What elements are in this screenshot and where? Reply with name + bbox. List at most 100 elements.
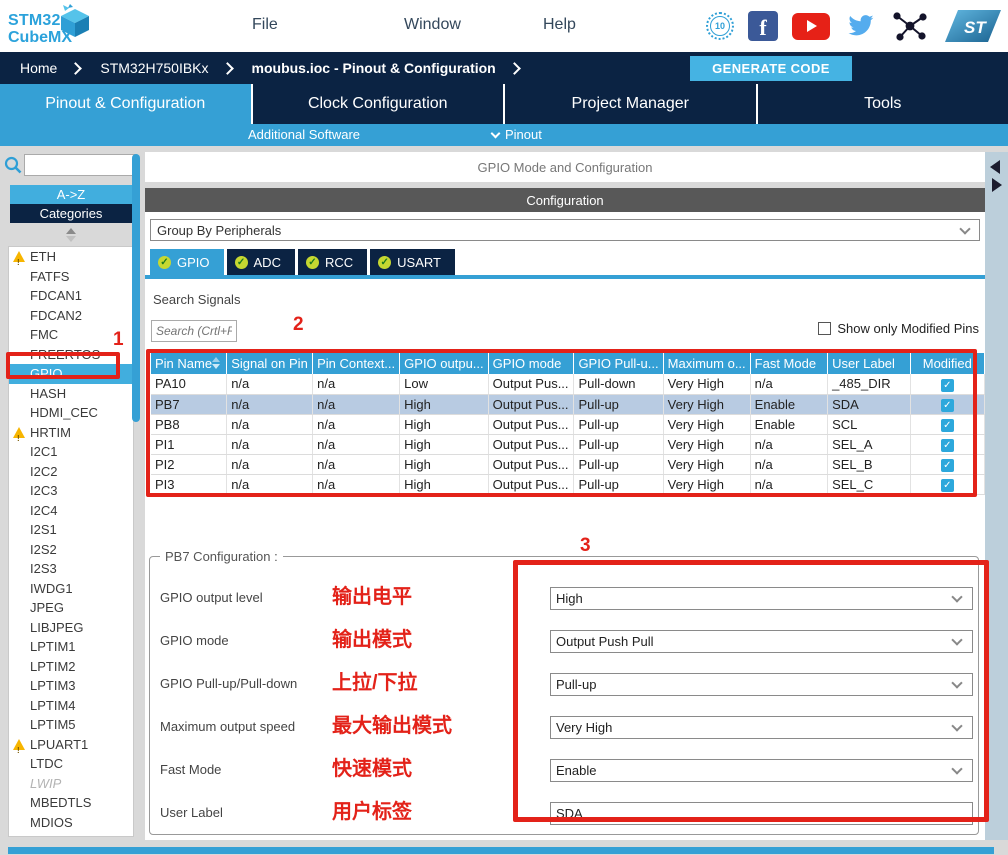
ptab-gpio[interactable]: ✓ GPIO	[150, 249, 224, 275]
sidebar-search-input[interactable]	[24, 154, 137, 176]
table-row-pa10[interactable]: PA10n/an/aLowOutput Pus...Pull-downVery …	[151, 374, 985, 394]
sidebar-item-mdios[interactable]: MDIOS	[9, 813, 133, 833]
sidebar-item-lptim5[interactable]: LPTIM5	[9, 715, 133, 735]
config-select-2[interactable]: Pull-up	[550, 673, 973, 696]
sidebar-item-lptim1[interactable]: LPTIM1	[9, 637, 133, 657]
cell: Very High	[663, 374, 750, 394]
config-select-3[interactable]: Very High	[550, 716, 973, 739]
additional-software-dropdown[interactable]: Additional Software	[248, 127, 360, 142]
breadcrumb-chevron-icon	[221, 62, 234, 75]
menu-window[interactable]: Window	[404, 16, 461, 34]
sort-updown-icon[interactable]	[64, 228, 76, 242]
config-label-gpio-mode: GPIO mode	[160, 630, 229, 652]
sidebar-item-ltdc[interactable]: LTDC	[9, 754, 133, 774]
modified-checkbox[interactable]: ✓	[941, 379, 954, 392]
twitter-icon[interactable]	[844, 13, 876, 40]
modified-checkbox[interactable]: ✓	[941, 419, 954, 432]
sidebar-item-fdcan2[interactable]: FDCAN2	[9, 306, 133, 326]
modified-checkbox[interactable]: ✓	[941, 399, 954, 412]
sidebar-item-mdma[interactable]: MDMA	[9, 832, 133, 837]
sidebar-item-lptim3[interactable]: LPTIM3	[9, 676, 133, 696]
sidebar-item-fdcan1[interactable]: FDCAN1	[9, 286, 133, 306]
ten-years-badge-icon[interactable]: 10	[706, 12, 734, 40]
categories-tab[interactable]: Categories	[10, 204, 132, 223]
column-header-gpio-outpu-[interactable]: GPIO outpu...	[400, 353, 489, 374]
column-header-pin-context-[interactable]: Pin Context...	[313, 353, 400, 374]
breadcrumb-project[interactable]: moubus.ioc - Pinout & Configuration	[246, 60, 502, 76]
sidebar-item-lptim2[interactable]: LPTIM2	[9, 657, 133, 677]
tab-tools[interactable]: Tools	[758, 84, 1008, 124]
column-header-pin-name[interactable]: Pin Name	[151, 353, 227, 374]
sidebar-item-i2s2[interactable]: I2S2	[9, 540, 133, 560]
generate-code-button[interactable]: GENERATE CODE	[690, 56, 852, 81]
config-select-1[interactable]: Output Push Pull	[550, 630, 973, 653]
column-header-signal-on-pin[interactable]: Signal on Pin	[227, 353, 313, 374]
show-modified-pins[interactable]: Show only Modified Pins	[818, 321, 979, 336]
cell: Output Pus...	[488, 414, 574, 434]
table-row-pi1[interactable]: PI1n/an/aHighOutput Pus...Pull-upVery Hi…	[151, 434, 985, 454]
sidebar-item-i2s1[interactable]: I2S1	[9, 520, 133, 540]
sidebar-item-i2s3[interactable]: I2S3	[9, 559, 133, 579]
column-header-gpio-pull-u-[interactable]: GPIO Pull-u...	[574, 353, 663, 374]
modified-checkbox[interactable]: ✓	[941, 439, 954, 452]
tab-project-manager[interactable]: Project Manager	[505, 84, 758, 124]
breadcrumb-mcu[interactable]: STM32H750IBKx	[94, 60, 214, 76]
breadcrumb-home[interactable]: Home	[0, 60, 63, 76]
table-row-pb7[interactable]: PB7n/an/aHighOutput Pus...Pull-upVery Hi…	[151, 394, 985, 414]
column-header-modified[interactable]: Modified	[910, 353, 984, 374]
chevron-down-icon	[951, 763, 962, 774]
sidebar-item-lpuart1[interactable]: LPUART1	[9, 735, 133, 755]
tab-pinout-configuration[interactable]: Pinout & Configuration	[0, 84, 253, 124]
config-select-4[interactable]: Enable	[550, 759, 973, 782]
sidebar-item-mbedtls[interactable]: MBEDTLS	[9, 793, 133, 813]
table-row-pi3[interactable]: PI3n/an/aHighOutput Pus...Pull-upVery Hi…	[151, 474, 985, 494]
community-network-icon[interactable]	[890, 9, 930, 43]
user-label-input[interactable]: SDA	[550, 802, 973, 825]
youtube-icon[interactable]	[792, 13, 830, 40]
sidebar-item-lwip[interactable]: LWIP	[9, 774, 133, 794]
signal-search-input[interactable]	[151, 320, 237, 342]
stm32cubemx-logo[interactable]: STM32 CubeMX	[8, 3, 98, 49]
modified-checkbox[interactable]: ✓	[941, 459, 954, 472]
config-select-0[interactable]: High	[550, 587, 973, 610]
sidebar-item-i2c3[interactable]: I2C3	[9, 481, 133, 501]
check-badge-icon: ✓	[306, 256, 319, 269]
column-header-gpio-mode[interactable]: GPIO mode	[488, 353, 574, 374]
sidebar-item-fatfs[interactable]: FATFS	[9, 267, 133, 287]
sidebar-item-hrtim[interactable]: HRTIM	[9, 423, 133, 443]
facebook-icon[interactable]: f	[748, 11, 778, 41]
column-header-maximum-o-[interactable]: Maximum o...	[663, 353, 750, 374]
sort-az-tab[interactable]: A->Z	[10, 185, 132, 204]
sidebar-item-i2c4[interactable]: I2C4	[9, 501, 133, 521]
table-row-pi2[interactable]: PI2n/an/aHighOutput Pus...Pull-upVery Hi…	[151, 454, 985, 474]
sidebar-item-lptim4[interactable]: LPTIM4	[9, 696, 133, 716]
logo-text-stm32: STM32	[8, 12, 61, 30]
sidebar-item-hash[interactable]: HASH	[9, 384, 133, 404]
sidebar-item-iwdg1[interactable]: IWDG1	[9, 579, 133, 599]
ptab-adc[interactable]: ✓ ADC	[227, 249, 295, 275]
sidebar-item-gpio[interactable]: GPIO	[9, 364, 133, 384]
modified-checkbox[interactable]: ✓	[941, 479, 954, 492]
menu-help[interactable]: Help	[543, 16, 576, 34]
sidebar-item-i2c1[interactable]: I2C1	[9, 442, 133, 462]
sidebar-item-jpeg[interactable]: JPEG	[9, 598, 133, 618]
collapse-left-arrow-icon[interactable]	[990, 160, 1000, 174]
column-header-user-label[interactable]: User Label	[828, 353, 911, 374]
ptab-rcc[interactable]: ✓ RCC	[298, 249, 367, 275]
menu-file[interactable]: File	[252, 16, 278, 34]
top-header: STM32 CubeMX File Window Help 10 f	[0, 0, 1008, 52]
table-row-pb8[interactable]: PB8n/an/aHighOutput Pus...Pull-upVery Hi…	[151, 414, 985, 434]
pinout-dropdown[interactable]: Pinout	[492, 127, 542, 142]
column-header-fast-mode[interactable]: Fast Mode	[750, 353, 827, 374]
sidebar-scrollbar[interactable]	[132, 154, 140, 422]
group-by-select[interactable]: Group By Peripherals	[150, 219, 980, 241]
checkbox-icon[interactable]	[818, 322, 831, 335]
sidebar-item-eth[interactable]: ETH	[9, 247, 133, 267]
st-logo-icon[interactable]: ST	[944, 9, 1002, 43]
ptab-usart[interactable]: ✓ USART	[370, 249, 455, 275]
tab-clock-configuration[interactable]: Clock Configuration	[253, 84, 506, 124]
sidebar-item-i2c2[interactable]: I2C2	[9, 462, 133, 482]
collapse-right-arrow-icon[interactable]	[992, 178, 1002, 192]
sidebar-item-libjpeg[interactable]: LIBJPEG	[9, 618, 133, 638]
sidebar-item-hdmi_cec[interactable]: HDMI_CEC	[9, 403, 133, 423]
